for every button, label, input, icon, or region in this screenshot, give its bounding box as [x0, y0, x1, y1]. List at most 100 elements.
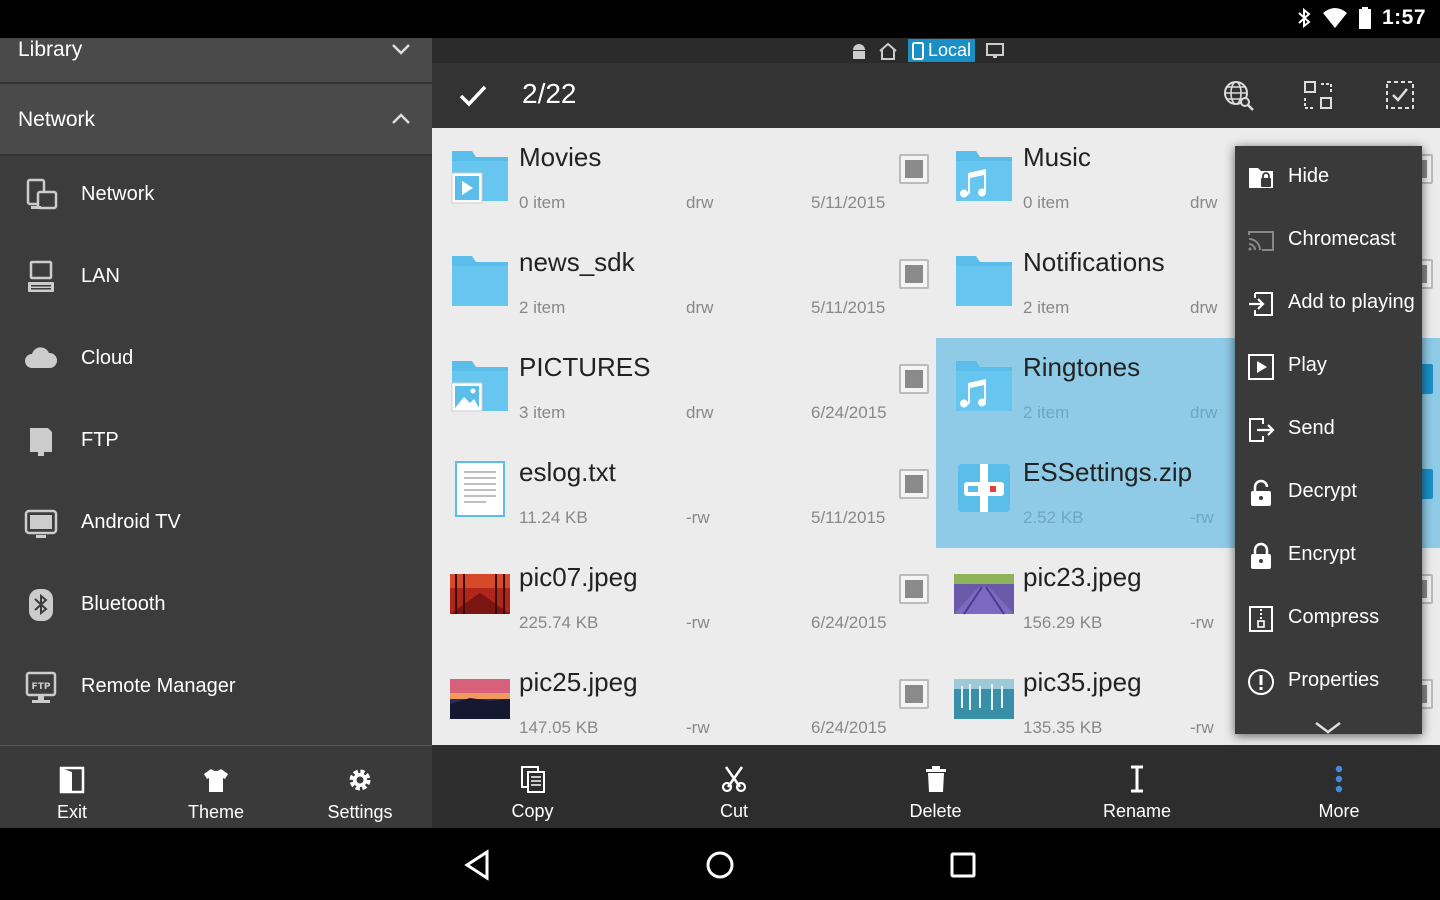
more-label: More — [1318, 801, 1360, 821]
path-local-label: Local — [928, 40, 972, 60]
copy-button[interactable]: Copy — [432, 745, 633, 828]
settings-button[interactable]: Settings — [288, 746, 432, 829]
rename-icon — [1131, 765, 1143, 793]
file-item-pic25[interactable]: pic25.jpeg 147.05 KB -rw 6/24/2015 — [432, 653, 936, 745]
file-meta: 3 item — [519, 403, 566, 422]
home-icon[interactable] — [703, 848, 737, 882]
phone-icon — [912, 41, 924, 60]
check-icon[interactable] — [458, 81, 488, 111]
menu-item-encrypt[interactable]: Encrypt — [1235, 524, 1422, 587]
theme-button[interactable]: Theme — [144, 746, 288, 829]
file-date: 5/11/2015 — [811, 193, 886, 212]
delete-button[interactable]: Delete — [835, 745, 1036, 828]
text-file-icon — [455, 461, 505, 517]
menu-item-decrypt[interactable]: Decrypt — [1235, 461, 1422, 524]
file-perm: -rw — [1190, 718, 1214, 737]
chevron-down-icon[interactable] — [1313, 720, 1343, 734]
storage-icon[interactable] — [985, 42, 1005, 60]
exit-button[interactable]: Exit — [0, 746, 144, 829]
selection-toolbar: 2/22 — [432, 63, 1440, 128]
file-perm: -rw — [686, 508, 710, 527]
path-bar: Local — [432, 38, 1440, 63]
svg-text:FTP: FTP — [32, 682, 51, 692]
file-name: eslog.txt — [519, 457, 616, 487]
sidebar-item-ftp[interactable]: FTP — [0, 402, 432, 484]
menu-item-hide[interactable]: Hide — [1235, 146, 1422, 209]
folder-music-icon — [956, 361, 1012, 411]
file-checkbox[interactable] — [899, 574, 929, 604]
selection-count: 2/22 — [522, 78, 577, 109]
more-vert-icon — [1335, 765, 1343, 793]
file-checkbox[interactable] — [899, 154, 929, 184]
folder-icon — [956, 256, 1012, 306]
file-name: pic07.jpeg — [519, 562, 638, 592]
file-meta: 2 item — [1023, 298, 1070, 317]
section-label: Library — [18, 38, 83, 61]
select-range-icon[interactable] — [1302, 79, 1334, 111]
file-perm: drw — [686, 193, 714, 212]
file-date: 5/11/2015 — [811, 508, 886, 527]
more-button[interactable]: More — [1238, 745, 1440, 828]
menu-item-label: Encrypt — [1288, 543, 1356, 565]
cut-button[interactable]: Cut — [633, 745, 835, 828]
system-nav-bar — [0, 828, 1440, 900]
zip-file-icon — [958, 464, 1010, 512]
android-icon[interactable] — [850, 42, 868, 60]
file-item-pic07[interactable]: pic07.jpeg 225.74 KB -rw 6/24/2015 — [432, 548, 936, 653]
select-all-icon[interactable] — [1384, 79, 1416, 111]
menu-item-compress[interactable]: Compress — [1235, 587, 1422, 650]
sidebar-section-library[interactable]: Library — [0, 38, 432, 84]
file-checkbox[interactable] — [899, 469, 929, 499]
sidebar-section-network[interactable]: Network — [0, 84, 432, 156]
file-meta: 225.74 KB — [519, 613, 599, 632]
file-checkbox[interactable] — [899, 679, 929, 709]
folder-video-icon — [451, 151, 508, 204]
rename-button[interactable]: Rename — [1036, 745, 1238, 828]
path-local[interactable]: Local — [908, 39, 976, 62]
sidebar-item-android-tv[interactable]: Android TV — [0, 484, 432, 566]
cut-icon — [721, 766, 747, 793]
file-checkbox[interactable] — [899, 259, 929, 289]
file-checkbox[interactable] — [899, 364, 929, 394]
lock-icon — [1251, 542, 1271, 569]
menu-item-add-to-playing[interactable]: Add to playing — [1235, 272, 1422, 335]
file-name: PICTURES — [519, 352, 651, 382]
image-thumbnail — [954, 574, 1014, 615]
image-thumbnail — [954, 679, 1014, 719]
back-icon[interactable] — [461, 848, 495, 882]
copy-icon — [520, 766, 545, 793]
sidebar-item-bluetooth[interactable]: Bluetooth — [0, 566, 432, 648]
sidebar-item-remote-manager[interactable]: FTP Remote Manager — [0, 648, 432, 730]
recents-icon[interactable] — [946, 848, 980, 882]
file-name: pic25.jpeg — [519, 667, 638, 697]
theme-label: Theme — [187, 802, 245, 822]
file-meta: 0 item — [1023, 193, 1070, 212]
file-item-eslog[interactable]: eslog.txt 11.24 KB -rw 5/11/2015 — [432, 443, 936, 548]
file-meta: 156.29 KB — [1023, 613, 1103, 632]
file-item-movies[interactable]: Movies 0 item drw 5/11/2015 — [432, 128, 936, 233]
file-perm: -rw — [686, 613, 710, 632]
sidebar-item-label: Remote Manager — [81, 675, 236, 697]
menu-item-properties[interactable]: Properties — [1235, 650, 1422, 713]
sidebar-item-lan[interactable]: LAN — [0, 238, 432, 320]
hide-icon — [1249, 168, 1273, 188]
menu-item-label: Send — [1288, 417, 1335, 439]
file-item-pictures[interactable]: PICTURES 3 item drw 6/24/2015 — [432, 338, 936, 443]
menu-item-send[interactable]: Send — [1235, 398, 1422, 461]
sidebar-item-label: Android TV — [81, 511, 181, 533]
lan-icon — [28, 260, 54, 292]
menu-item-chromecast[interactable]: Chromecast — [1235, 209, 1422, 272]
trash-icon — [925, 766, 946, 792]
remote-manager-icon: FTP — [25, 671, 57, 703]
web-search-icon[interactable] — [1222, 79, 1254, 111]
sidebar-item-cloud[interactable]: Cloud — [0, 320, 432, 402]
image-thumbnail — [450, 679, 510, 719]
home-icon[interactable] — [878, 42, 898, 60]
file-meta: 2 item — [519, 298, 566, 317]
sidebar-item-network[interactable]: Network — [0, 156, 432, 238]
sidebar-item-label: LAN — [81, 265, 120, 287]
file-name: Notifications — [1023, 247, 1165, 277]
file-meta: 11.24 KB — [519, 508, 588, 527]
file-item-news-sdk[interactable]: news_sdk 2 item drw 5/11/2015 — [432, 233, 936, 338]
menu-item-play[interactable]: Play — [1235, 335, 1422, 398]
